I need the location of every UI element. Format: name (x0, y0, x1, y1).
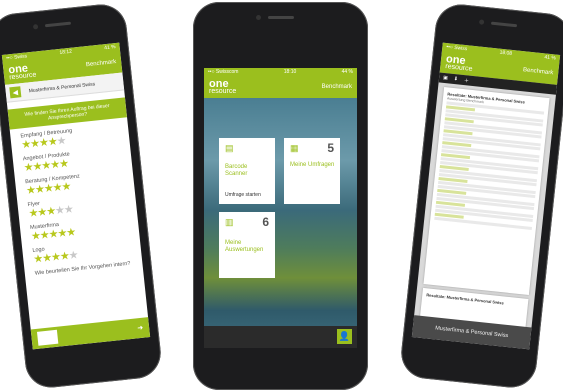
benchmark-title: Benchmark (321, 84, 352, 90)
star-icon[interactable]: ★ (63, 203, 73, 216)
screen-survey: ••○ Swiss 18:12 41 % one resource Benchma… (1, 42, 151, 350)
chart-icon: ▥ (225, 217, 234, 227)
doc-icon: ▦ (290, 143, 299, 153)
bottom-bar: ➜ (30, 317, 151, 350)
bottom-bar: 👤 (204, 326, 357, 348)
evaluation-count: 6 (262, 215, 269, 229)
speaker (44, 21, 72, 28)
status-bar: ••○ Swisscom 18:10 44 % (204, 68, 357, 76)
camera (478, 19, 485, 25)
star-icon[interactable]: ★ (58, 158, 68, 171)
tile-my-evaluations[interactable]: ▥ 6 Meine Auswertungen (219, 212, 275, 278)
logo: one resource (209, 77, 237, 95)
time: 18:08 (499, 49, 513, 57)
start-survey-button[interactable]: Umfrage starten (225, 192, 261, 198)
screen-dashboard: ••○ Swisscom 18:10 44 % one resource Benc… (204, 68, 357, 348)
report-title-2: Resultate: Musterfirma & Personal Swiss (426, 292, 504, 306)
report-rows (434, 101, 545, 230)
benchmark-title: Benchmark (85, 59, 117, 69)
battery: 41 % (103, 44, 116, 52)
battery: 44 % (341, 69, 353, 75)
report-page: Resultate: Musterfirma & Personal Swiss … (423, 87, 550, 296)
camera (255, 15, 261, 20)
speaker (490, 21, 518, 28)
survey-count: 5 (327, 141, 334, 155)
phone-center: ••○ Swisscom 18:10 44 % one resource Benc… (193, 2, 368, 390)
star-icon[interactable]: ★ (56, 135, 66, 148)
app-bar: one resource Benchmark (204, 76, 357, 98)
time: 18:10 (283, 69, 297, 75)
sidebar-icon[interactable]: ▣ (443, 75, 448, 81)
logo: one resource (444, 52, 473, 73)
phone-left: ••○ Swiss 18:12 41 % one resource Benchma… (0, 1, 164, 390)
tile-my-surveys[interactable]: ▦ 5 Meine Umfragen (284, 138, 340, 204)
benchmark-title: Benchmark (522, 67, 554, 77)
camera (32, 24, 39, 30)
logo: one resource (7, 62, 37, 81)
star-icon[interactable]: ★ (61, 181, 71, 194)
tile-barcode-scanner[interactable]: ▤ Barcode Scanner Umfrage starten (219, 138, 275, 204)
back-arrow-icon[interactable]: ◀ (9, 86, 22, 99)
company-title: Musterfirma & Personal Swiss (28, 80, 96, 94)
my-surveys-label: Meine Umfragen (290, 162, 335, 168)
zoom-icon[interactable]: ＋ (464, 77, 470, 84)
barcode-icon: ▤ (225, 143, 234, 153)
star-icon[interactable]: ★ (68, 249, 78, 262)
criteria-list: Empfang / Betreuung ★★★★★ Angebot / Produk… (10, 122, 141, 267)
user-icon[interactable]: 👤 (337, 329, 352, 344)
answer-input[interactable] (36, 329, 59, 346)
next-arrow-icon[interactable]: ➜ (137, 324, 144, 333)
phone-right: ••○ Swiss 18:08 41 % one resource Benchma… (398, 1, 563, 390)
screen-report: ••○ Swiss 18:08 41 % one resource Benchma… (411, 42, 561, 350)
battery: 41 % (544, 54, 557, 62)
speaker (267, 16, 294, 19)
carrier: ••○ Swisscom (208, 69, 239, 75)
star-icon[interactable]: ★ (66, 226, 76, 239)
download-icon[interactable]: ⬇ (453, 76, 458, 82)
